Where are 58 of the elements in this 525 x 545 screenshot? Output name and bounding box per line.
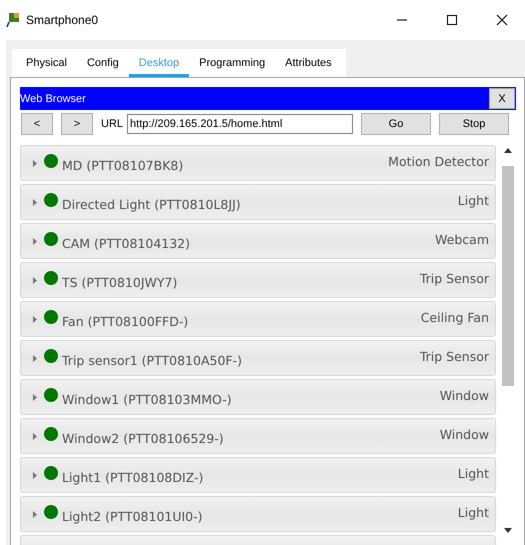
device-type: Light xyxy=(458,466,489,480)
device-type: Light xyxy=(458,504,489,520)
back-button[interactable]: < xyxy=(21,113,53,135)
device-row[interactable]: Window2 (PTT08106529-) Window xyxy=(20,418,496,454)
device-type: Ceiling Fan xyxy=(420,310,489,324)
expand-icon xyxy=(33,472,37,478)
window-title: Smartphone0 xyxy=(26,13,100,27)
expand-icon xyxy=(33,198,37,206)
device-name: Window1 (PTT08103MMO-) xyxy=(62,392,233,406)
device-name: Light1 (PTT08108DIZ-) xyxy=(62,470,204,484)
expand-icon xyxy=(33,160,37,166)
device-type: Trip Sensor xyxy=(420,348,489,364)
device-row[interactable]: Light2 (PTT08101UI0-) Light xyxy=(20,496,496,532)
device-row[interactable]: MD (PTT08107BK8) Motion Detector xyxy=(20,145,496,181)
browser-title: Web Browser xyxy=(20,92,86,104)
device-row[interactable]: Window1 (PTT08103MMO-) Window xyxy=(20,379,496,415)
expand-icon xyxy=(33,432,37,440)
device-row[interactable]: Light1 (PTT08108DIZ-) Light xyxy=(20,457,496,493)
device-name: Directed Light (PTT0810L8JJ) xyxy=(62,196,242,212)
expand-icon xyxy=(33,316,37,322)
tab[interactable]: Physical xyxy=(16,49,77,77)
stop-button[interactable]: Stop xyxy=(439,113,510,135)
device-type: Webcam xyxy=(435,232,489,246)
device-type: Window xyxy=(440,426,489,442)
url-label: URL xyxy=(101,118,124,130)
device-row[interactable]: Fan (PTT08100FFD-) Ceiling Fan xyxy=(20,301,496,337)
expand-icon xyxy=(33,354,37,362)
go-button[interactable]: Go xyxy=(361,113,432,135)
close-button[interactable]: X xyxy=(489,88,515,109)
device-name: Trip sensor1 (PTT0810A50F-) xyxy=(62,352,243,368)
device-name: CAM (PTT08104132) xyxy=(62,236,192,250)
device-name: Light2 (PTT08101UI0-) xyxy=(62,508,204,524)
tab[interactable]: Config xyxy=(76,49,129,77)
device-name: TS (PTT0810JWY7) xyxy=(62,274,178,290)
scroll-up-icon[interactable] xyxy=(504,148,512,153)
device-name: Fan (PTT08100FFD-) xyxy=(62,314,190,328)
device-name: MD (PTT08107BK8) xyxy=(62,158,184,172)
scroll-down-icon[interactable] xyxy=(504,528,512,533)
expand-icon xyxy=(33,510,37,518)
maximize-icon xyxy=(446,14,458,26)
expand-icon xyxy=(33,238,37,244)
device-type: Motion Detector xyxy=(388,154,489,168)
tab[interactable]: Attributes xyxy=(275,49,342,77)
expand-icon xyxy=(33,276,37,284)
forward-button[interactable]: > xyxy=(61,113,93,135)
device-name: Window2 (PTT08106529-) xyxy=(62,430,225,446)
device-row[interactable]: CAM (PTT08104132) Webcam xyxy=(20,223,496,259)
device-row[interactable]: Trip sensor1 (PTT0810A50F-) Trip Sensor xyxy=(20,340,496,376)
device-type: Light xyxy=(458,192,489,208)
url-field[interactable]: http://209.165.201.5/home.html xyxy=(127,114,354,134)
app-icon xyxy=(6,12,22,28)
device-row[interactable]: TS (PTT0810JWY7) Trip Sensor xyxy=(20,262,496,298)
device-type: Trip Sensor xyxy=(420,270,489,286)
tab[interactable]: Programming xyxy=(189,49,276,77)
device-row[interactable]: Directed Light (PTT0810L8JJ) Light xyxy=(20,184,496,220)
expand-icon xyxy=(33,394,37,400)
close-icon xyxy=(496,14,508,26)
device-type: Window xyxy=(440,388,489,402)
